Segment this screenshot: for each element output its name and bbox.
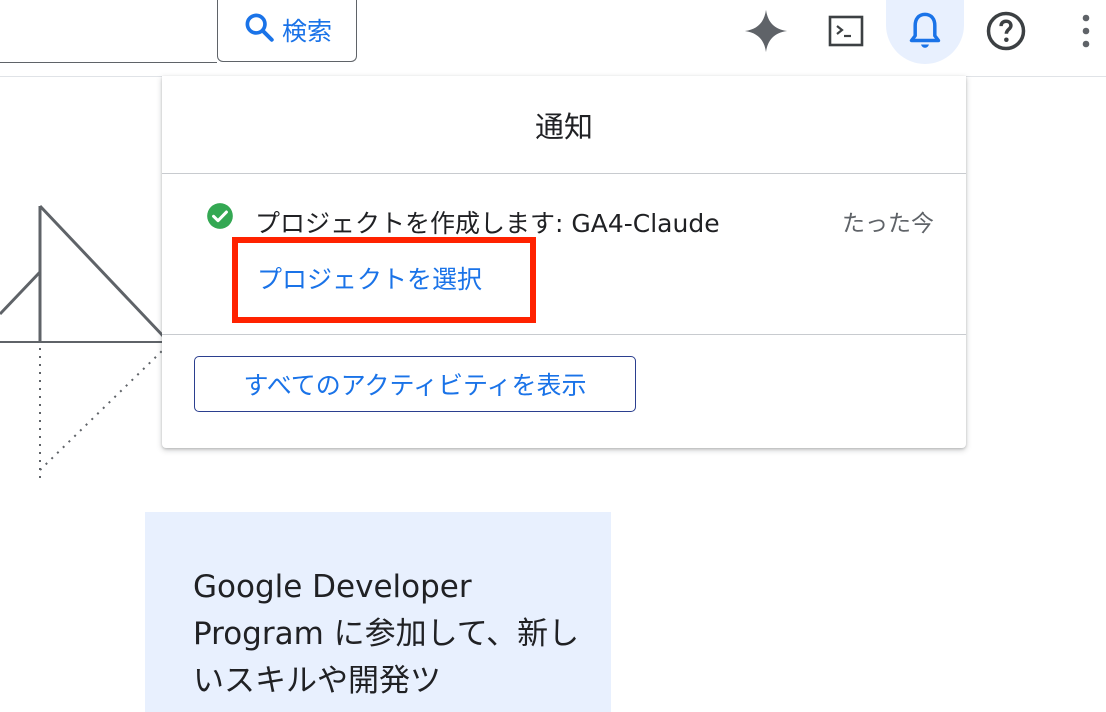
- notifications-button[interactable]: [886, 0, 964, 64]
- search-icon: [242, 10, 276, 50]
- check-circle-icon: [207, 203, 233, 229]
- search-input[interactable]: [0, 0, 217, 63]
- highlight-box: [232, 237, 536, 323]
- notification-message: プロジェクトを作成します: GA4-Claude: [255, 209, 720, 238]
- notifications-bell-icon: [886, 0, 964, 64]
- panel-title: 通知: [534, 110, 593, 144]
- cloud-shell-icon[interactable]: [826, 0, 866, 62]
- top-bar: 検索: [0, 0, 1106, 77]
- promo-text: Google Developer Program に参加して、新しいスキルや開発…: [193, 569, 580, 699]
- divider: [162, 173, 966, 174]
- view-all-activity-button[interactable]: すべてのアクティビティを表示: [194, 356, 636, 412]
- divider: [162, 334, 966, 335]
- search-button[interactable]: 検索: [217, 0, 357, 62]
- notifications-panel: 通知 プロジェクトを作成します: GA4-Claude たった今 プロジェクトを…: [162, 76, 966, 448]
- notification-time: たった今: [842, 211, 934, 237]
- background-illustration: [0, 204, 170, 478]
- developer-program-card: Google Developer Program に参加して、新しいスキルや開発…: [145, 512, 611, 712]
- more-vert-icon[interactable]: [1072, 0, 1100, 62]
- gemini-icon[interactable]: [742, 0, 790, 62]
- search-button-label: 検索: [281, 16, 332, 46]
- help-icon[interactable]: [984, 0, 1028, 62]
